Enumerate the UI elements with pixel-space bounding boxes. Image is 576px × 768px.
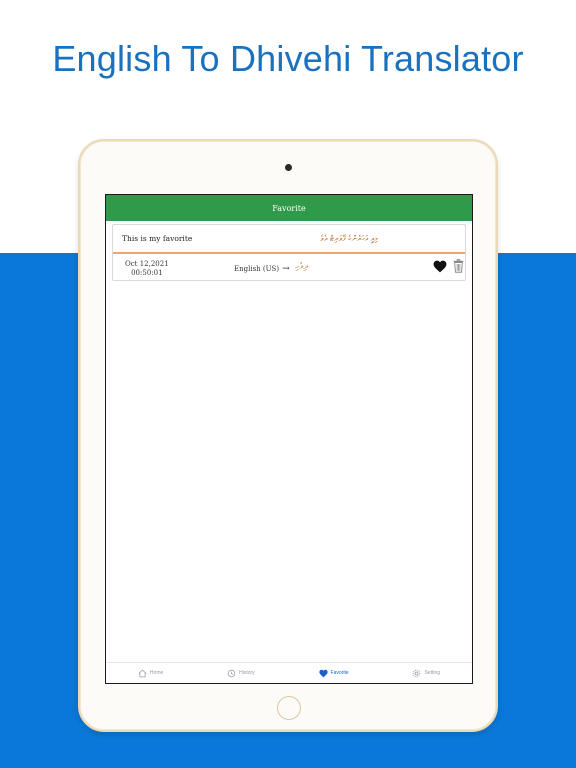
tab-setting[interactable]: Setting [412, 669, 440, 678]
date-text: Oct 12,2021 [125, 259, 169, 268]
translated-text: މިއީ އަހަރެންގެ ފޭވަރިޓް އެވެ [320, 233, 378, 243]
timestamp: Oct 12,2021 00:50:01 [125, 260, 169, 278]
marketing-headline: English To Dhivehi Translator [52, 38, 524, 79]
favorite-card-top: This is my favorite މިއީ އަހަރެންގެ ފޭވަ… [113, 225, 465, 252]
tab-history[interactable]: History [227, 669, 255, 678]
app-screen: Favorite This is my favorite މިއީ އަހަރެ… [105, 194, 473, 684]
tab-home[interactable]: Home [138, 669, 163, 678]
heart-icon [318, 669, 328, 677]
source-language: English (US) [234, 264, 280, 273]
app-bar: Favorite [106, 195, 472, 221]
tab-label: Home [149, 670, 164, 676]
home-button[interactable] [277, 696, 301, 720]
tab-label: Setting [424, 670, 441, 676]
time-text: 00:50:01 [131, 268, 163, 277]
history-icon [227, 669, 236, 677]
arrow-icon: → [282, 263, 290, 274]
bottom-tab-bar: Home History Favorite Setting [106, 662, 472, 683]
tab-label: History [239, 670, 255, 676]
page-title: Favorite [272, 203, 306, 213]
favorite-card[interactable]: This is my favorite މިއީ އަހަރެންގެ ފޭވަ… [112, 224, 466, 281]
language-pair: English (US) → [234, 264, 290, 274]
gear-icon [413, 669, 421, 677]
favorite-card-bottom: Oct 12,2021 00:50:01 English (US) → ދިވެހ… [113, 254, 465, 282]
tablet-frame: Favorite This is my favorite މިއީ އަހަރެ… [78, 139, 498, 732]
tab-favorite[interactable]: Favorite [318, 669, 349, 678]
home-icon [138, 669, 147, 677]
source-text: This is my favorite [122, 234, 193, 243]
delete-icon[interactable] [453, 258, 464, 273]
heart-icon[interactable] [433, 260, 447, 273]
target-language: ދިވެހި [295, 261, 308, 272]
tab-label: Favorite [330, 670, 349, 676]
camera-dot [285, 164, 292, 171]
